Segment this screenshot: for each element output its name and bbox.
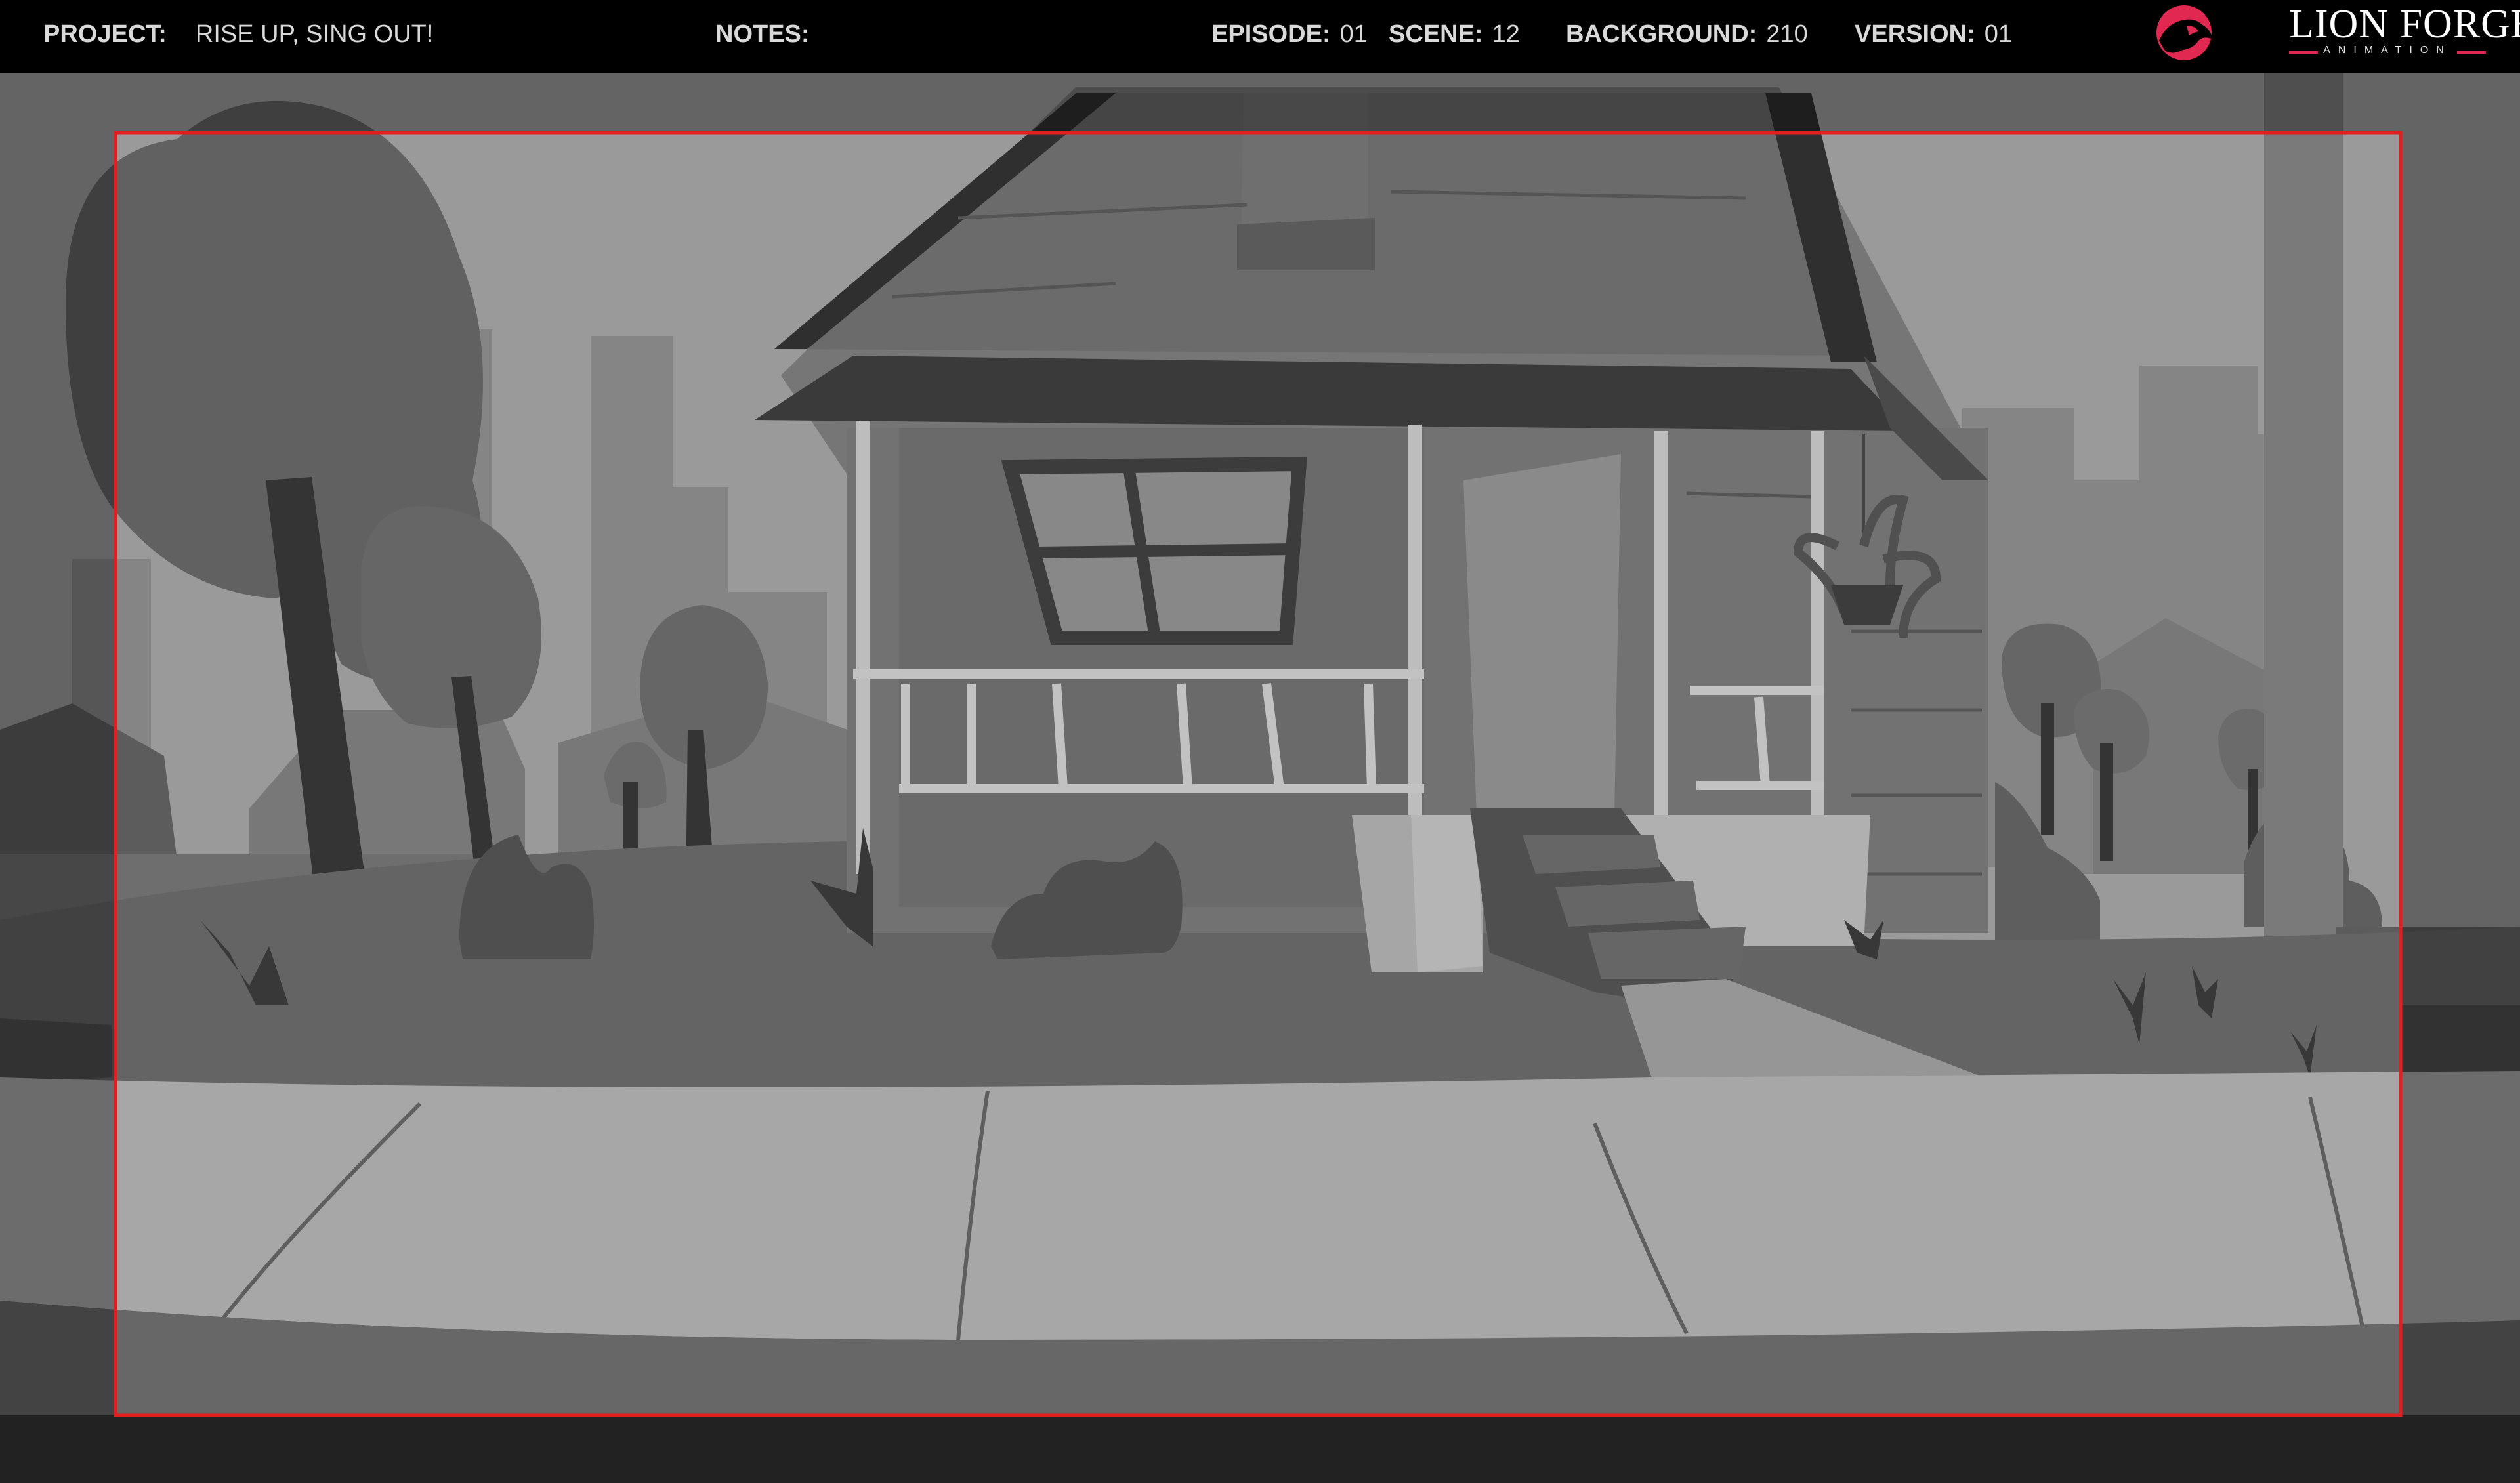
frame-bottom-band xyxy=(0,1415,2520,1483)
logo-rule-right xyxy=(2457,51,2486,54)
notes-label: NOTES: xyxy=(715,20,810,48)
project-label: PROJECT: xyxy=(43,20,167,48)
logo-name: LION FORGE xyxy=(2289,2,2520,47)
lion-head-icon xyxy=(2156,5,2213,60)
company-logo: LION FORGE ANIMATION xyxy=(2152,0,2520,73)
background-value: 210 xyxy=(1766,20,1808,48)
house xyxy=(755,87,1988,1012)
background-artwork xyxy=(0,73,2520,1483)
project-value: RISE UP, SING OUT! xyxy=(195,20,434,48)
header-bar: PROJECT: RISE UP, SING OUT! NOTES: EPISOD… xyxy=(0,0,2520,73)
episode-field: EPISODE: 01 xyxy=(1211,17,1368,51)
background-label: BACKGROUND: xyxy=(1566,20,1757,48)
scene-field: SCENE: 12 xyxy=(1389,17,1520,51)
logo-subtitle: ANIMATION xyxy=(2323,45,2452,56)
episode-value: 01 xyxy=(1339,20,1368,48)
right-framing-pillar xyxy=(2264,73,2343,953)
background-field: BACKGROUND: 210 xyxy=(1566,17,1808,51)
scene-value: 12 xyxy=(1492,20,1520,48)
house-door xyxy=(1463,454,1621,815)
version-value: 01 xyxy=(1984,20,2012,48)
version-label: VERSION: xyxy=(1855,20,1975,48)
episode-label: EPISODE: xyxy=(1211,20,1331,48)
project-field: PROJECT: RISE UP, SING OUT! xyxy=(43,17,433,51)
scene-label: SCENE: xyxy=(1389,20,1483,48)
sidewalk xyxy=(0,1071,2520,1340)
version-field: VERSION: 01 xyxy=(1855,17,2012,51)
notes-field: NOTES: xyxy=(715,17,810,51)
